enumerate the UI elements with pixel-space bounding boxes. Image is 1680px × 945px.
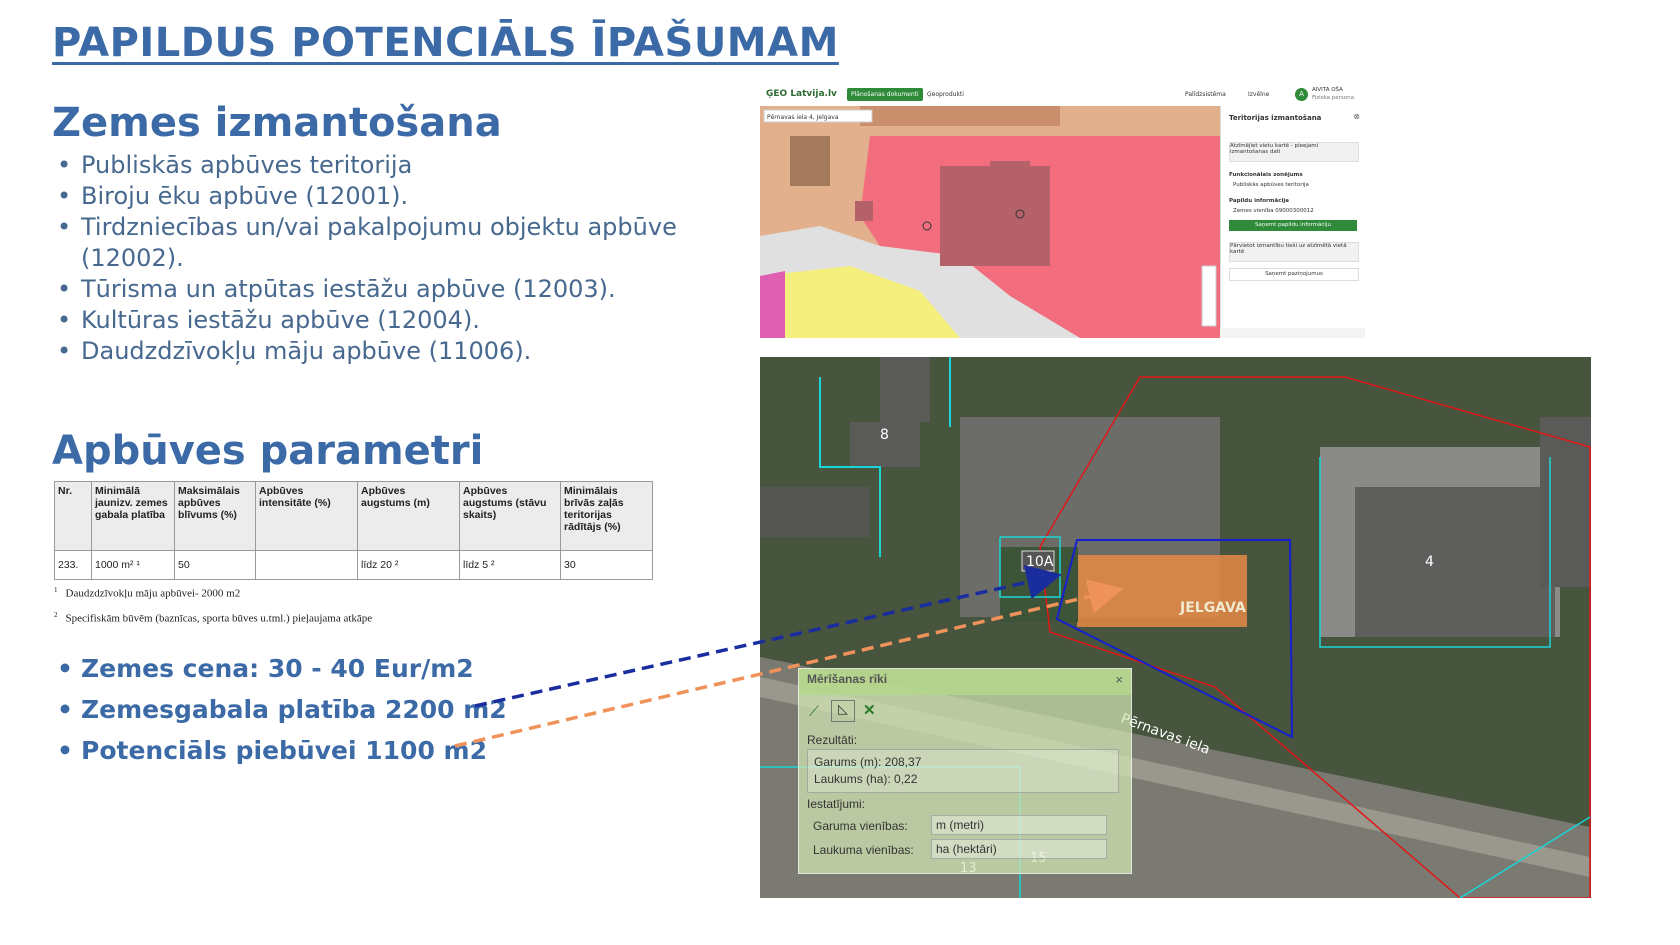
facts-list: Zemes cena: 30 - 40 Eur/m2 Zemesgabala p… [55, 648, 507, 771]
land-use-heading: Zemes izmantošana [52, 100, 502, 146]
table-header: Maksimālais apbūves blīvums (%) [174, 481, 256, 551]
close-icon[interactable]: ⊗ [1353, 112, 1360, 121]
list-item: Kultūras iestāžu apbūve (12004). [55, 305, 715, 336]
settings-label: Iestatījumi: [807, 797, 866, 811]
nav-help[interactable]: Palīdzsistēma [1185, 91, 1226, 98]
portal-logo: ĢEO Latvija.lv [766, 89, 837, 99]
results-label: Rezultāti: [807, 733, 858, 747]
table-row: 233. 1000 m² ¹ 50 līdz 20 ² līdz 5 ² 30 [54, 550, 653, 580]
list-item: Tūrisma un atpūtas iestāžu apbūve (12003… [55, 274, 715, 305]
measure-tool-title: Mērīšanas rīki [799, 669, 1131, 695]
portal-topbar: ĢEO Latvija.lv Plānošanas dokumenti Ģeop… [760, 84, 1365, 106]
extra-label: Papildu informācija [1229, 198, 1289, 204]
building-label: 8 [880, 427, 889, 443]
list-item: Tirdzniecības un/vai pakalpojumu objektu… [55, 212, 715, 274]
length-units-label: Garuma vienības: [813, 819, 908, 833]
user-name: AIVITA OŠA [1312, 87, 1343, 93]
table-header: Minimālais brīvās zaļās teritorijas rādī… [560, 481, 653, 551]
table-header: Minimālā jaunizv. zemes gabala platība [91, 481, 175, 551]
area-units-label: Laukuma vienības: [813, 843, 914, 857]
building-label: 10A [1026, 554, 1054, 570]
measure-area-icon[interactable]: ◺ [831, 700, 855, 722]
zoning-label: Funkcionālais zonējums [1229, 172, 1303, 178]
table-header: Apbūves intensitāte (%) [255, 481, 358, 551]
place-label: JELGAVA [1179, 600, 1246, 616]
get-notices-button[interactable]: Saņemt paziņojumus [1229, 268, 1359, 281]
results-box: Garums (m): 208,37 Laukums (ha): 0,22 [807, 749, 1119, 793]
clear-icon[interactable]: ✕ [863, 701, 876, 719]
table-cell: līdz 20 ² [357, 550, 460, 580]
geo-portal-screenshot: ĢEO Latvija.lv Plānošanas dokumenti Ģeop… [760, 84, 1365, 338]
building-label: 4 [1425, 554, 1434, 570]
measure-tool-window[interactable]: Mērīšanas rīki × ⟋ ◺ ✕ Rezultāti: Garums… [798, 668, 1132, 874]
footnote-2: 2 Specifiskām būvēm (baznīcas, sporta būv… [54, 611, 373, 625]
params-table: Nr. Minimālā jaunizv. zemes gabala platī… [54, 481, 653, 580]
nav-tab-geoproducts[interactable]: Ģeoprodukti [927, 91, 964, 98]
area-units-select[interactable]: ha (hektāri) [931, 839, 1107, 859]
params-heading: Apbūves parametri [52, 428, 484, 474]
nav-menu[interactable]: Izvēlne [1248, 91, 1269, 98]
list-item: Potenciāls piebūvei 1100 m2 [55, 730, 507, 771]
table-cell: 1000 m² ¹ [91, 550, 175, 580]
side-info: Atzīmējiet vietu kartē - pieejami izmant… [1229, 142, 1359, 162]
measure-line-icon[interactable]: ⟋ [809, 703, 819, 720]
list-item: Zemesgabala platība 2200 m2 [55, 689, 507, 730]
table-cell: 30 [560, 550, 653, 580]
table-cell [255, 550, 358, 580]
side-note: Pārvietot izmantību tieši uz atzīmētā vi… [1229, 242, 1359, 262]
length-units-select[interactable]: m (metri) [931, 815, 1107, 835]
list-item: Biroju ēku apbūve (12001). [55, 181, 715, 212]
nav-tab-planning[interactable]: Plānošanas dokumenti [847, 88, 923, 101]
length-result: Garums (m): 208,37 [814, 755, 922, 769]
footnote-1: 1 Daudzdzīvokļu māju apbūvei- 2000 m2 [54, 586, 241, 600]
slide-title: PAPILDUS POTENCIĀLS ĪPAŠUMAM [52, 20, 839, 66]
avatar[interactable]: A [1295, 88, 1308, 101]
list-item: Publiskās apbūves teritorija [55, 150, 715, 181]
user-role: Fiziska persona [1312, 95, 1355, 101]
list-item: Zemes cena: 30 - 40 Eur/m2 [55, 648, 507, 689]
side-panel: Teritorijas izmantošana ⊗ Atzīmējiet vie… [1220, 106, 1365, 328]
zoning-map[interactable]: Pērnavas iela 4, Jelgava [760, 106, 1220, 338]
table-cell: 233. [54, 550, 92, 580]
extra-value: Zemes vienība 09000300012 [1233, 208, 1314, 214]
table-header: Nr. [54, 481, 92, 551]
list-item: Daudzdzīvokļu māju apbūve (11006). [55, 336, 715, 367]
table-header: Apbūves augstums (stāvu skaits) [459, 481, 561, 551]
land-use-list: Publiskās apbūves teritorija Biroju ēku … [55, 150, 715, 367]
zoning-value: Publiskās apbūves teritorija [1233, 182, 1309, 188]
get-info-button[interactable]: Saņemt papildu informāciju [1229, 220, 1357, 231]
area-result: Laukums (ha): 0,22 [814, 772, 918, 786]
table-header: Apbūves augstums (m) [357, 481, 460, 551]
table-header-row: Nr. Minimālā jaunizv. zemes gabala platī… [54, 481, 653, 551]
table-cell: 50 [174, 550, 256, 580]
close-icon[interactable]: × [1115, 672, 1123, 687]
table-cell: līdz 5 ² [459, 550, 561, 580]
side-title: Teritorijas izmantošana [1229, 114, 1322, 122]
search-input[interactable]: Pērnavas iela 4, Jelgava [767, 114, 839, 121]
